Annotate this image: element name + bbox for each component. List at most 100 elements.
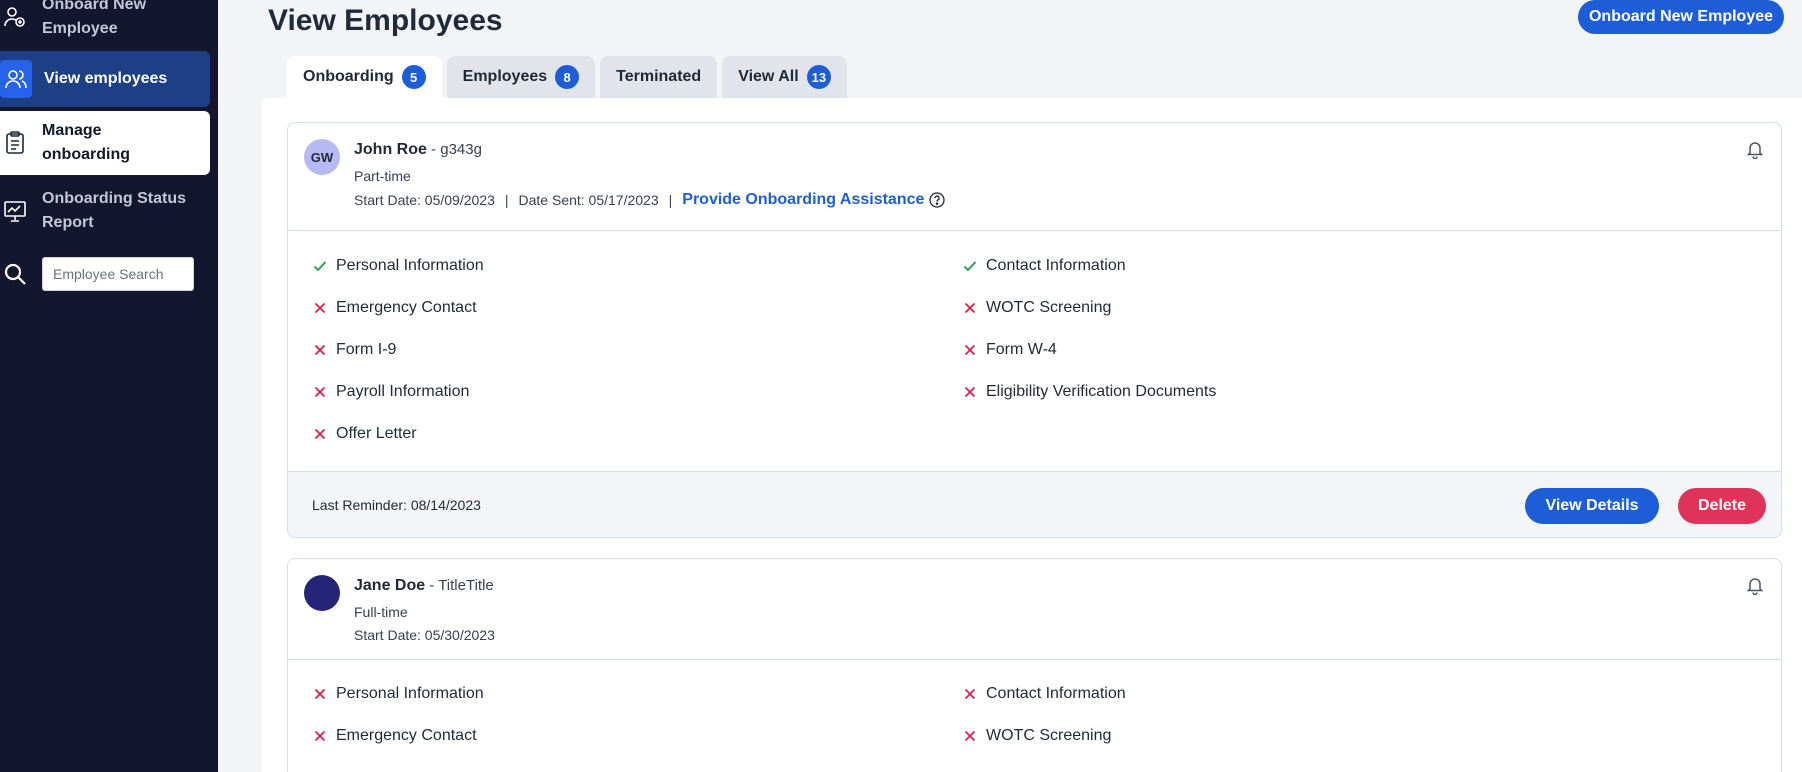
search-icon bbox=[0, 259, 30, 289]
checklist-item-label: Form I-9 bbox=[336, 341, 397, 358]
tab-label: Terminated bbox=[616, 68, 702, 85]
checklist-item-label: Contact Information bbox=[986, 257, 1126, 274]
employment-type: Part-time bbox=[354, 168, 411, 184]
tab-label: View All bbox=[738, 68, 799, 85]
checklist-item-label: Form W-4 bbox=[986, 341, 1057, 358]
checklist-item: Form I-9 bbox=[312, 338, 396, 362]
x-mark-icon bbox=[312, 300, 328, 316]
checklist-item: Emergency Contact bbox=[312, 724, 477, 748]
checklist-item: Eligibility Verification Documents bbox=[962, 380, 1216, 404]
checklist-item: Personal Information bbox=[312, 682, 484, 706]
x-mark-icon bbox=[312, 426, 328, 442]
checklist-item-label: Eligibility Verification Documents bbox=[986, 383, 1217, 400]
clipboard-icon bbox=[0, 128, 30, 158]
tab-terminated[interactable]: Terminated bbox=[600, 56, 718, 98]
sidebar-item-view-employees[interactable]: View employees bbox=[0, 51, 210, 107]
tab-label: Onboarding bbox=[303, 68, 394, 85]
bell-icon[interactable] bbox=[1745, 139, 1765, 160]
delete-button[interactable]: Delete bbox=[1678, 488, 1766, 524]
x-mark-icon bbox=[312, 728, 328, 744]
tab-employees[interactable]: Employees 8 bbox=[446, 56, 596, 98]
count-badge: 8 bbox=[555, 65, 580, 89]
count-badge: 13 bbox=[806, 65, 832, 89]
employee-name: John Roe bbox=[354, 141, 427, 158]
avatar: GW bbox=[304, 139, 340, 175]
checklist-item-label: Emergency Contact bbox=[336, 727, 477, 744]
checklist-item: WOTC Screening bbox=[962, 724, 1111, 748]
x-mark-icon bbox=[312, 342, 328, 358]
view-details-button[interactable]: View Details bbox=[1525, 488, 1659, 524]
date-sent: Date Sent: 05/17/2023 bbox=[518, 192, 659, 208]
x-mark-icon bbox=[312, 384, 328, 400]
employee-name-row: John Roe - g343g bbox=[354, 141, 482, 159]
checklist-item-label: Payroll Information bbox=[336, 383, 470, 400]
checklist-item: Form W-4 bbox=[962, 338, 1057, 362]
name-separator: - bbox=[425, 577, 439, 594]
sidebar-item-onboard-new-employee[interactable]: Onboard New Employee bbox=[0, 0, 210, 42]
employee-card: JD Jane Doe - TitleTitle Full-time Start… bbox=[287, 558, 1782, 772]
x-mark-icon bbox=[962, 686, 978, 702]
start-date: Start Date: 05/09/2023 bbox=[354, 192, 495, 208]
avatar: JD bbox=[304, 575, 340, 611]
users-icon bbox=[0, 60, 32, 98]
employee-card-footer: Last Reminder: 08/14/2023 View Details D… bbox=[288, 471, 1781, 537]
start-date: Start Date: 05/30/2023 bbox=[354, 627, 495, 643]
employment-type: Full-time bbox=[354, 604, 408, 620]
employee-name-row: Jane Doe - TitleTitle bbox=[354, 577, 494, 595]
help-icon[interactable] bbox=[929, 192, 946, 208]
checklist-item: Offer Letter bbox=[312, 422, 417, 446]
checklist-item: WOTC Screening bbox=[962, 296, 1111, 320]
sidebar-item-label: Onboarding Status Report bbox=[42, 190, 186, 231]
checklist-item-label: Emergency Contact bbox=[336, 299, 477, 316]
bell-icon[interactable] bbox=[1745, 575, 1765, 596]
employee-card-header: JD Jane Doe - TitleTitle Full-time Start… bbox=[288, 559, 1781, 660]
add-user-icon bbox=[0, 2, 30, 32]
checklist-item: Personal Information bbox=[312, 254, 484, 278]
x-mark-icon bbox=[962, 384, 978, 400]
employee-search bbox=[0, 256, 210, 292]
checklist-item: Payroll Information bbox=[312, 380, 469, 404]
tab-view-all[interactable]: View All 13 bbox=[722, 56, 848, 98]
checklist-item-label: Personal Information bbox=[336, 257, 484, 274]
checkmark-icon bbox=[312, 258, 328, 274]
checklist-item-label: WOTC Screening bbox=[986, 727, 1112, 744]
page-title: View Employees bbox=[268, 4, 503, 37]
sidebar-item-onboarding-status-report[interactable]: Onboarding Status Report bbox=[0, 180, 210, 242]
sidebar: Onboard New Employee View employees Mana… bbox=[0, 0, 218, 772]
employee-id: TitleTitle bbox=[438, 577, 494, 594]
tab-onboarding[interactable]: Onboarding 5 bbox=[287, 56, 442, 98]
onboard-new-employee-button[interactable]: Onboard New Employee bbox=[1578, 0, 1784, 34]
employee-card-header: GW John Roe - g343g Part-time Start Date… bbox=[288, 123, 1781, 231]
checklist-item-label: WOTC Screening bbox=[986, 299, 1112, 316]
sidebar-item-label: Onboard New Employee bbox=[42, 0, 147, 37]
checklist-item: Emergency Contact bbox=[312, 296, 477, 320]
employee-search-input[interactable] bbox=[42, 257, 194, 291]
divider: | bbox=[504, 192, 509, 208]
x-mark-icon bbox=[312, 686, 328, 702]
sidebar-item-manage-onboarding[interactable]: Manage onboarding bbox=[0, 111, 210, 175]
provide-onboarding-assistance-link[interactable]: Provide Onboarding Assistance bbox=[682, 191, 924, 209]
tab-label: Employees bbox=[462, 68, 548, 85]
count-badge: 5 bbox=[401, 65, 426, 89]
checklist-item: Contact Information bbox=[962, 254, 1126, 278]
sidebar-item-label: Manage onboarding bbox=[42, 122, 130, 163]
sidebar-item-label: View employees bbox=[44, 70, 168, 87]
divider: | bbox=[668, 192, 673, 208]
last-reminder: Last Reminder: 08/14/2023 bbox=[312, 497, 481, 513]
employee-dates: Start Date: 05/09/2023 | Date Sent: 05/1… bbox=[354, 191, 946, 209]
employee-dates: Start Date: 05/30/2023 bbox=[354, 627, 495, 643]
employee-name: Jane Doe bbox=[354, 577, 426, 594]
checklist-item-label: Contact Information bbox=[986, 685, 1126, 702]
chart-board-icon bbox=[0, 196, 30, 226]
x-mark-icon bbox=[962, 728, 978, 744]
x-mark-icon bbox=[962, 342, 978, 358]
employee-tabs: Onboarding 5 Employees 8 Terminated View… bbox=[287, 56, 848, 98]
name-separator: - bbox=[426, 141, 441, 158]
employee-id: g343g bbox=[440, 141, 482, 158]
employee-card: GW John Roe - g343g Part-time Start Date… bbox=[287, 122, 1782, 538]
x-mark-icon bbox=[962, 300, 978, 316]
checkmark-icon bbox=[962, 258, 978, 274]
checklist-item: Contact Information bbox=[962, 682, 1126, 706]
checklist-item-label: Offer Letter bbox=[336, 425, 417, 442]
checklist-item-label: Personal Information bbox=[336, 685, 484, 702]
